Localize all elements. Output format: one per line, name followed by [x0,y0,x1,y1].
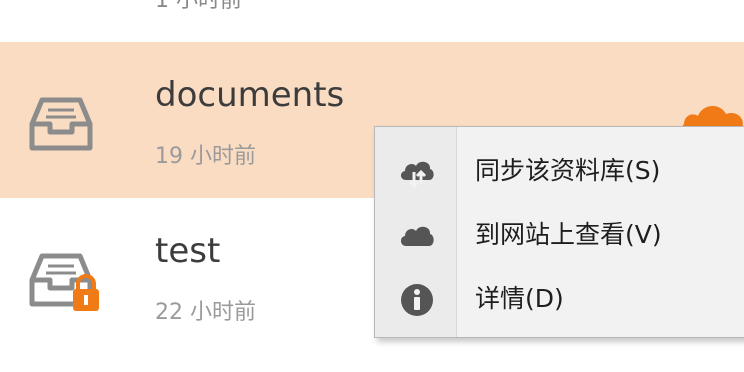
cloud-icon [399,218,435,254]
menu-item-details[interactable]: 详情(D) [375,269,744,331]
menu-item-label: 详情(D) [475,284,564,313]
repo-time: 19 小时前 [155,144,256,169]
repo-time: 22 小时前 [155,300,256,325]
previous-repo-time: 1 小时前 [155,0,242,13]
previous-repo-row[interactable]: 1 小时前 [0,0,744,42]
menu-item-sync[interactable]: 同步该资料库(S) [375,141,744,203]
repo-name: test [155,231,221,271]
repo-list-screen: 1 小时前 documents 19 小时前 test 22 小时前 同步该资料… [0,0,744,372]
cloud-sync-icon [399,154,435,190]
info-icon [399,282,435,318]
menu-item-view-on-web[interactable]: 到网站上查看(V) [375,205,744,267]
context-menu: 同步该资料库(S) 到网站上查看(V) 详情(D) [374,126,744,338]
repo-name: documents [155,75,345,115]
menu-item-label: 同步该资料库(S) [475,156,661,185]
encrypted-archive-box-icon [28,246,99,312]
archive-box-icon [28,90,94,156]
menu-item-label: 到网站上查看(V) [475,220,662,249]
